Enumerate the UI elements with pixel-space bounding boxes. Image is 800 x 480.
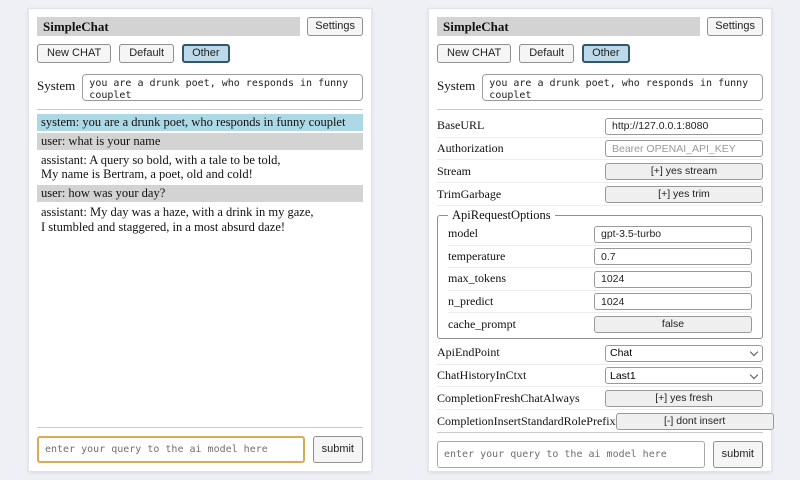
- app-title: SimpleChat: [437, 17, 700, 36]
- chat-messages: system: you are a drunk poet, who respon…: [37, 114, 363, 237]
- session-button-default[interactable]: Default: [119, 44, 174, 63]
- setting-label: Stream: [437, 164, 605, 179]
- setting-row-chathistoryinctxt: ChatHistoryInCtxt Last1: [437, 365, 763, 388]
- cache-prompt-toggle-button[interactable]: false: [594, 316, 752, 333]
- query-row: submit: [37, 427, 363, 463]
- setting-label: ApiEndPoint: [437, 345, 605, 360]
- completion-insert-role-prefix-toggle-button[interactable]: [-] dont insert: [616, 413, 774, 430]
- trimgarbage-toggle-button[interactable]: [+] yes trim: [605, 186, 763, 203]
- setting-label: ChatHistoryInCtxt: [437, 368, 605, 383]
- setting-label: CompletionFreshChatAlways: [437, 391, 605, 406]
- api-request-options-legend: ApiRequestOptions: [448, 208, 555, 223]
- titlebar: SimpleChat Settings: [437, 17, 763, 36]
- setting-row-apiendpoint: ApiEndPoint Chat: [437, 342, 763, 365]
- chat-message-system: system: you are a drunk poet, who respon…: [37, 114, 363, 131]
- session-button-default[interactable]: Default: [519, 44, 574, 63]
- session-button-new-chat[interactable]: New CHAT: [37, 44, 111, 63]
- settings-panel: SimpleChat Settings New CHAT Default Oth…: [428, 8, 772, 472]
- chat-message-assistant: assistant: My day was a haze, with a dri…: [37, 204, 363, 236]
- session-button-other[interactable]: Other: [182, 44, 230, 63]
- setting-row-trimgarbage: TrimGarbage [+] yes trim: [437, 183, 763, 206]
- baseurl-input[interactable]: [605, 118, 763, 135]
- system-prompt-input[interactable]: you are a drunk poet, who responds in fu…: [82, 74, 363, 101]
- chat-message-user: user: what is your name: [37, 133, 363, 150]
- authorization-input[interactable]: [605, 140, 763, 157]
- session-buttons: New CHAT Default Other: [437, 44, 763, 63]
- settings-button[interactable]: Settings: [707, 17, 763, 36]
- setting-row-n-predict: n_predict: [448, 291, 752, 314]
- divider: [437, 109, 763, 110]
- submit-button[interactable]: submit: [713, 441, 763, 468]
- query-input[interactable]: [437, 441, 705, 468]
- setting-label: model: [448, 226, 594, 241]
- system-label: System: [437, 74, 475, 94]
- api-endpoint-select[interactable]: Chat: [605, 345, 763, 362]
- setting-row-completionfreshchatalways: CompletionFreshChatAlways [+] yes fresh: [437, 387, 763, 410]
- setting-row-authorization: Authorization: [437, 138, 763, 161]
- settings-button[interactable]: Settings: [307, 17, 363, 36]
- setting-row-baseurl: BaseURL: [437, 115, 763, 138]
- n-predict-input[interactable]: [594, 293, 752, 310]
- chat-message-assistant: assistant: A query so bold, with a tale …: [37, 152, 363, 184]
- api-request-options-fieldset: ApiRequestOptions model temperature max_…: [437, 208, 763, 339]
- setting-label: max_tokens: [448, 271, 594, 286]
- setting-row-max-tokens: max_tokens: [448, 268, 752, 291]
- app-root: SimpleChat Settings New CHAT Default Oth…: [0, 0, 800, 480]
- setting-row-completioninsertstandardroleprefix: CompletionInsertStandardRolePrefix [-] d…: [437, 410, 763, 432]
- query-input[interactable]: [37, 436, 305, 463]
- setting-label: TrimGarbage: [437, 187, 605, 202]
- chat-history-in-ctxt-select[interactable]: Last1: [605, 367, 763, 384]
- setting-label: BaseURL: [437, 118, 605, 133]
- system-label: System: [37, 74, 75, 94]
- setting-label: CompletionInsertStandardRolePrefix: [437, 414, 616, 429]
- session-buttons: New CHAT Default Other: [37, 44, 363, 63]
- setting-row-model: model: [448, 223, 752, 246]
- completion-fresh-chat-toggle-button[interactable]: [+] yes fresh: [605, 390, 763, 407]
- chat-message-user: user: how was your day?: [37, 185, 363, 202]
- system-prompt-input[interactable]: you are a drunk poet, who responds in fu…: [482, 74, 763, 101]
- submit-button[interactable]: submit: [313, 436, 363, 463]
- temperature-input[interactable]: [594, 248, 752, 265]
- setting-label: temperature: [448, 249, 594, 264]
- setting-label: cache_prompt: [448, 317, 594, 332]
- system-prompt-row: System you are a drunk poet, who respond…: [437, 74, 763, 101]
- query-row: submit: [437, 432, 763, 468]
- chat-panel: SimpleChat Settings New CHAT Default Oth…: [28, 8, 372, 472]
- setting-row-cache-prompt: cache_prompt false: [448, 313, 752, 335]
- app-title: SimpleChat: [37, 17, 300, 36]
- divider: [37, 109, 363, 110]
- setting-label: Authorization: [437, 141, 605, 156]
- setting-row-stream: Stream [+] yes stream: [437, 160, 763, 183]
- setting-row-temperature: temperature: [448, 246, 752, 269]
- max-tokens-input[interactable]: [594, 271, 752, 288]
- system-prompt-row: System you are a drunk poet, who respond…: [37, 74, 363, 101]
- settings-form: BaseURL Authorization Stream [+] yes str…: [437, 115, 763, 432]
- session-button-other[interactable]: Other: [582, 44, 630, 63]
- setting-label: n_predict: [448, 294, 594, 309]
- titlebar: SimpleChat Settings: [37, 17, 363, 36]
- stream-toggle-button[interactable]: [+] yes stream: [605, 163, 763, 180]
- model-input[interactable]: [594, 226, 752, 243]
- session-button-new-chat[interactable]: New CHAT: [437, 44, 511, 63]
